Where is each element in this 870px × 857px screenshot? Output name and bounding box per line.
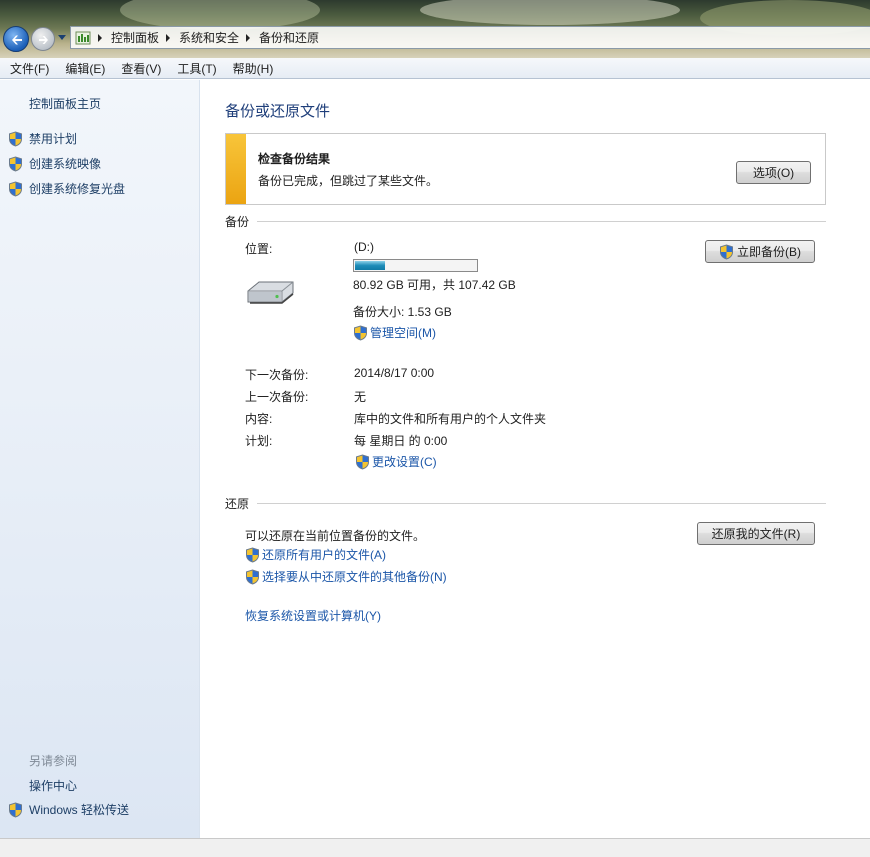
contents-value: 库中的文件和所有用户的个人文件夹 [354,412,547,426]
task-disable-schedule[interactable]: 禁用计划 [8,130,77,147]
back-button[interactable] [3,26,29,52]
breadcrumb-separator[interactable] [98,33,102,42]
task-create-repair-disc[interactable]: 创建系统修复光盘 [8,180,125,197]
link-label: 还原所有用户的文件(A) [262,548,386,562]
disk-usage-fill [355,261,385,270]
uac-shield-icon [353,325,368,341]
breadcrumb-separator[interactable] [166,33,171,42]
select-other-backup-link[interactable]: 选择要从中还原文件的其他备份(N) [245,568,447,585]
backup-now-button[interactable]: 立即备份(B) [705,240,815,263]
task-label: 禁用计划 [29,132,78,146]
link-label: 选择要从中还原文件的其他备份(N) [262,570,447,584]
link-label: 管理空间(M) [370,326,436,340]
uac-shield-icon [355,454,370,470]
location-value: (D:) [354,240,374,254]
uac-shield-icon [8,156,23,172]
breadcrumb-system-security[interactable]: 系统和安全 [179,29,239,46]
next-backup-label: 下一次备份: [245,368,309,382]
recent-pages-dropdown[interactable] [58,35,66,40]
disk-usage-bar [353,259,478,272]
hard-drive-icon [247,281,294,304]
task-label: Windows 轻松传送 [29,803,130,817]
section-title: 还原 [225,497,250,511]
control-panel-home-link[interactable]: 控制面板主页 [29,95,101,112]
manage-space-link[interactable]: 管理空间(M) [353,324,436,341]
uac-shield-icon [8,802,23,818]
uac-shield-icon [245,569,260,585]
action-center-link[interactable]: 操作中心 [29,777,77,794]
change-settings-link[interactable]: 更改设置(C) [355,453,437,470]
next-backup-value: 2014/8/17 0:00 [354,366,435,380]
back-arrow-icon [12,35,22,45]
restore-all-users-link[interactable]: 还原所有用户的文件(A) [245,546,386,563]
windows-easy-transfer-link[interactable]: Windows 轻松传送 [8,801,129,818]
uac-shield-icon [245,547,260,563]
task-label: 创建系统映像 [29,157,102,171]
backup-section-heading: 备份 [225,213,826,230]
recover-system-link[interactable]: 恢复系统设置或计算机(Y) [245,607,381,624]
menu-file[interactable]: 文件(F) [0,60,55,77]
alert-message: 备份已完成，但跳过了某些文件。 [258,174,439,188]
location-label: 位置: [245,242,273,256]
address-bar[interactable]: 控制面板 系统和安全 备份和还原 [70,26,870,49]
task-create-system-image[interactable]: 创建系统映像 [8,155,101,172]
alert-color-bar [226,134,246,204]
restore-description: 可以还原在当前位置备份的文件。 [245,529,426,543]
breadcrumb-control-panel[interactable]: 控制面板 [111,29,159,46]
backup-result-alert: 检查备份结果 备份已完成，但跳过了某些文件。 选项(O) [225,133,826,205]
restore-section-heading: 还原 [225,495,826,512]
menu-edit[interactable]: 编辑(E) [55,60,111,77]
menu-help[interactable]: 帮助(H) [223,60,280,77]
uac-shield-icon [8,181,23,197]
page-title: 备份或还原文件 [225,103,331,120]
breadcrumb-separator[interactable] [246,33,251,42]
see-also-heading: 另请参阅 [29,754,78,768]
restore-my-files-button[interactable]: 还原我的文件(R) [697,522,815,545]
forward-button[interactable] [31,27,55,51]
options-button[interactable]: 选项(O) [736,161,811,184]
status-bar [0,838,870,857]
task-label: 创建系统修复光盘 [29,182,126,196]
menu-view[interactable]: 查看(V) [111,60,167,77]
link-label: 更改设置(C) [372,455,437,469]
last-backup-label: 上一次备份: [245,390,309,404]
last-backup-value: 无 [354,390,367,404]
section-title: 备份 [225,215,250,229]
alert-title: 检查备份结果 [258,152,331,166]
control-panel-icon [75,31,91,44]
main-content: 备份或还原文件 检查备份结果 备份已完成，但跳过了某些文件。 选项(O) 备份 … [201,80,870,838]
button-label: 立即备份(B) [737,245,801,259]
menu-bar: 文件(F) 编辑(E) 查看(V) 工具(T) 帮助(H) [0,58,870,79]
breadcrumb-backup-restore[interactable]: 备份和还原 [259,29,319,46]
contents-label: 内容: [245,412,273,426]
uac-shield-icon [8,131,23,147]
task-pane: 控制面板主页 禁用计划 创建系统映像 创建系统修复光盘 另请参阅 操作中心 Wi… [0,80,200,838]
uac-shield-icon [719,244,734,260]
backup-size: 备份大小: 1.53 GB [353,305,452,319]
schedule-value: 每 星期日 的 0:00 [354,434,448,448]
disk-space-text: 80.92 GB 可用，共 107.42 GB [353,278,516,292]
schedule-label: 计划: [245,434,273,448]
forward-arrow-icon [39,36,48,44]
menu-tools[interactable]: 工具(T) [167,60,222,77]
